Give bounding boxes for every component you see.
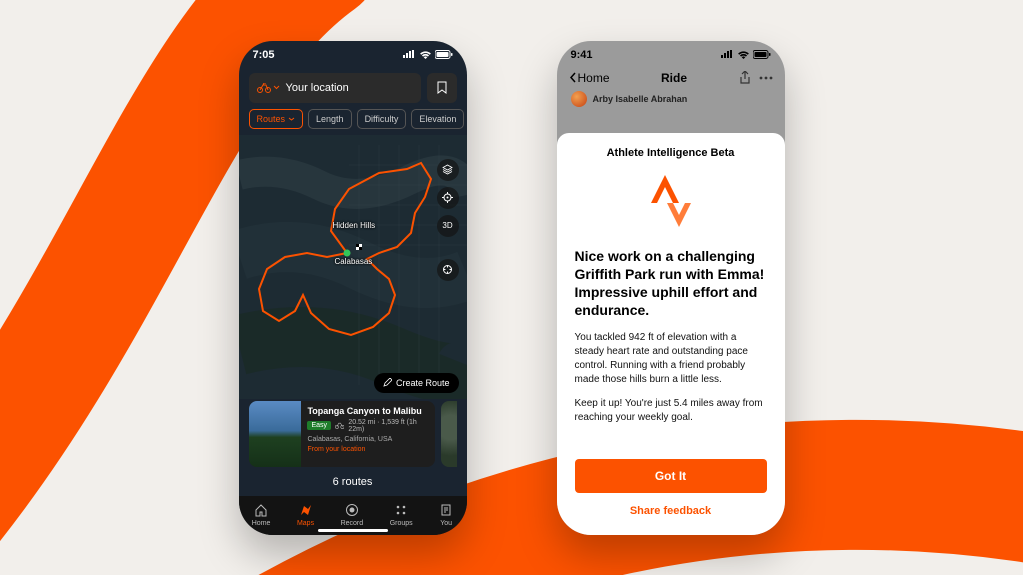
back-button[interactable]: Home [569, 71, 610, 85]
crosshair-icon [442, 264, 453, 275]
user-row[interactable]: Arby Isabelle Abrahan [557, 91, 785, 107]
sheet-headline: Nice work on a challenging Griffith Park… [575, 247, 767, 320]
bike-icon [335, 422, 344, 429]
tab-home[interactable]: Home [252, 502, 271, 527]
target-icon [442, 192, 453, 203]
map-3d-button[interactable]: 3D [437, 215, 459, 237]
bike-icon [257, 83, 280, 93]
create-route-label: Create Route [396, 378, 450, 388]
sheet-paragraph: Keep it up! You're just 5.4 miles away f… [575, 397, 767, 425]
home-indicator [318, 529, 388, 532]
status-time: 9:41 [571, 49, 593, 61]
map-layers-button[interactable] [437, 159, 459, 181]
route-count: 6 routes [239, 467, 467, 497]
create-route-button[interactable]: Create Route [374, 373, 459, 393]
route-card-peek[interactable] [441, 401, 457, 467]
map-view[interactable]: Hidden Hills Calabasas 3D Create Route [239, 135, 467, 399]
map-label: Calabasas [335, 257, 373, 266]
bottom-sheet: Athlete Intelligence Beta Nice work on a… [557, 133, 785, 535]
chevron-down-icon [288, 117, 295, 121]
tab-maps[interactable]: Maps [297, 502, 314, 527]
strava-logo-icon [643, 173, 699, 229]
avatar [571, 91, 587, 107]
maps-icon [299, 502, 313, 518]
map-locate-button[interactable] [437, 187, 459, 209]
chevron-left-icon [569, 72, 576, 83]
home-icon [254, 502, 268, 518]
nav-bar: Home Ride [557, 69, 785, 91]
tab-label: Home [252, 520, 271, 527]
filter-chips: Routes Length Difficulty Elevation Surfa [239, 109, 467, 129]
route-from: From your location [307, 446, 428, 453]
tab-bar: Home Maps Record Groups You [239, 496, 467, 535]
chip-length[interactable]: Length [308, 109, 352, 129]
chip-routes[interactable]: Routes [249, 109, 304, 129]
you-icon [439, 502, 453, 518]
more-icon[interactable] [759, 76, 773, 80]
route-location: Calabasas, California, USA [307, 436, 428, 443]
chip-elevation[interactable]: Elevation [411, 109, 464, 129]
status-time: 7:05 [253, 49, 275, 61]
share-feedback-link[interactable]: Share feedback [575, 505, 767, 517]
sheet-title: Athlete Intelligence Beta [575, 147, 767, 159]
status-icons [720, 50, 771, 59]
chip-difficulty[interactable]: Difficulty [357, 109, 407, 129]
layers-icon [442, 164, 453, 175]
route-stats: 20.52 mi · 1,539 ft (1h 22m) [348, 419, 428, 433]
route-title: Topanga Canyon to Malibu [307, 406, 428, 416]
map-terrain [239, 135, 467, 399]
groups-icon [394, 502, 408, 518]
tab-label: Groups [390, 520, 413, 527]
route-thumbnail [249, 401, 302, 467]
tab-label: Maps [297, 520, 314, 527]
location-search[interactable]: Your location [249, 73, 421, 103]
sheet-paragraph: You tackled 942 ft of elevation with a s… [575, 331, 767, 387]
tab-label: Record [341, 520, 364, 527]
tab-groups[interactable]: Groups [390, 502, 413, 527]
record-icon [345, 502, 359, 518]
status-icons [402, 50, 453, 59]
nav-title: Ride [661, 71, 687, 85]
tab-record[interactable]: Record [341, 502, 364, 527]
user-name: Arby Isabelle Abrahan [593, 94, 688, 104]
bookmark-icon [437, 81, 447, 94]
location-text: Your location [286, 82, 349, 94]
chip-label: Routes [257, 114, 286, 124]
pencil-icon [383, 378, 392, 387]
tab-you[interactable]: You [439, 502, 453, 527]
status-bar: 9:41 [557, 41, 785, 69]
phone-detail: 9:41 Home Ride Arby Isabelle Abrahan A [557, 41, 785, 535]
map-label: Hidden Hills [333, 221, 376, 230]
got-it-button[interactable]: Got It [575, 459, 767, 493]
share-icon[interactable] [739, 71, 751, 85]
phone-maps: 7:05 Your location Routes [239, 41, 467, 535]
tab-label: You [440, 520, 452, 527]
difficulty-badge: Easy [307, 421, 331, 430]
back-label: Home [578, 71, 610, 85]
route-card[interactable]: Topanga Canyon to Malibu Easy 20.52 mi ·… [249, 401, 435, 467]
chevron-down-icon [273, 85, 280, 90]
map-recenter-button[interactable] [437, 259, 459, 281]
status-bar: 7:05 [239, 41, 467, 69]
bookmark-button[interactable] [427, 73, 457, 103]
